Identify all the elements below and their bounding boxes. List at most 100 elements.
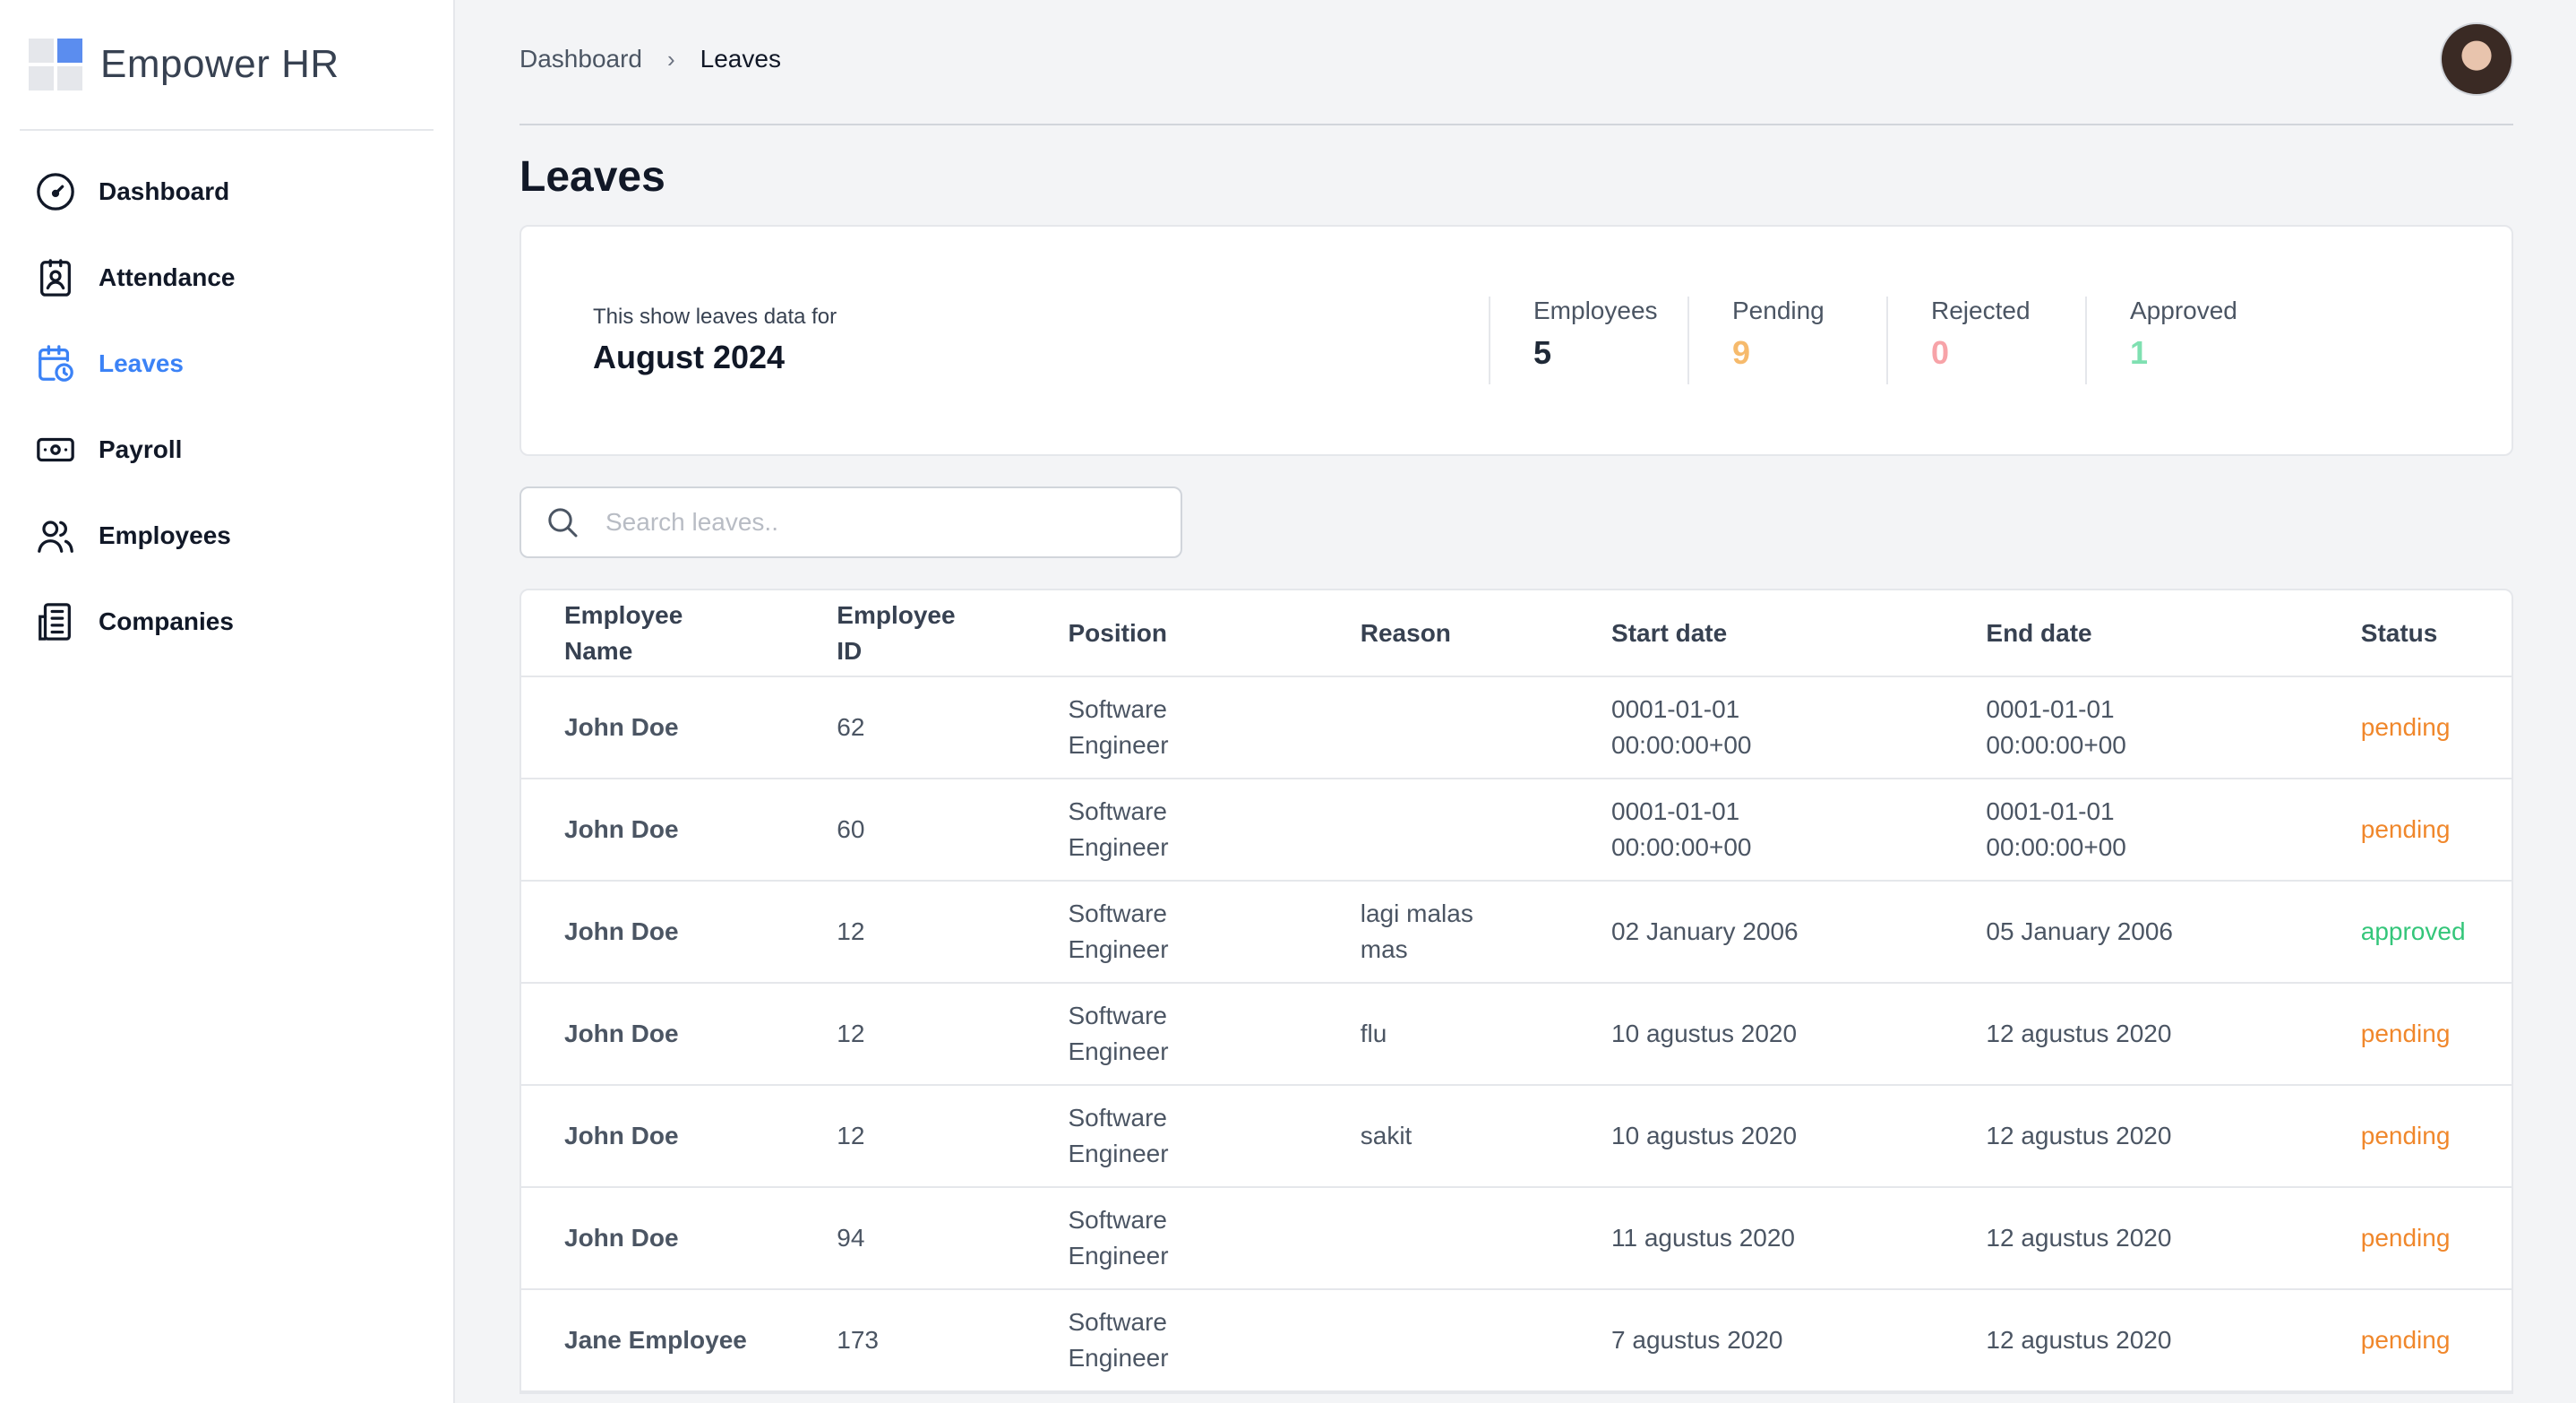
column-header-status[interactable]: Status <box>2317 590 2512 677</box>
topbar: Dashboard › Leaves <box>519 0 2513 125</box>
cell-employee-name: John Doe <box>521 779 794 882</box>
banknote-icon <box>34 428 77 471</box>
sidebar-item-payroll[interactable]: Payroll <box>0 407 453 493</box>
users-icon <box>34 514 77 557</box>
summary-stats: Employees 5 Pending 9 Rejected 0 Approve… <box>1489 297 2284 384</box>
table-row[interactable]: John Doe 12 Software Engineer sakit 10 agust… <box>521 1085 2512 1188</box>
stat-value: 9 <box>1732 334 1751 371</box>
sidebar-item-label: Companies <box>99 607 234 635</box>
id-badge-icon <box>34 256 77 299</box>
cell-end-date: 0001-01-01 00:00:00+00 <box>1943 676 2318 779</box>
sidebar-item-label: Payroll <box>99 435 183 463</box>
table-row[interactable]: John Doe 94 Software Engineer 11 agustus 20… <box>521 1187 2512 1290</box>
search-box[interactable] <box>519 486 1182 558</box>
cell-status: pending <box>2317 1289 2512 1392</box>
stat-pending: Pending 9 <box>1687 297 1886 384</box>
cell-position: Software Engineer <box>1025 881 1318 984</box>
table-row[interactable]: John Doe 62 Software Engineer 0001-01-01 00… <box>521 676 2512 779</box>
sidebar-item-label: Leaves <box>99 349 184 377</box>
cell-start-date: 02 January 2006 <box>1568 881 1944 984</box>
leaves-summary-card: This show leaves data for August 2024 Em… <box>519 225 2513 456</box>
cell-employee-name: John Doe <box>521 1187 794 1290</box>
brand[interactable]: Empower HR <box>20 0 434 131</box>
cell-reason <box>1317 676 1569 779</box>
sidebar-item-attendance[interactable]: Attendance <box>0 235 453 321</box>
cell-position: Software Engineer <box>1025 1085 1318 1188</box>
table-row[interactable]: John Doe 12 Software Engineer lagi malas ma… <box>521 881 2512 984</box>
calendar-clock-icon <box>34 342 77 385</box>
sidebar-item-companies[interactable]: Companies <box>0 579 453 665</box>
cell-end-date: 12 agustus 2020 <box>1943 983 2318 1086</box>
stat-rejected: Rejected 0 <box>1886 297 2085 384</box>
breadcrumb: Dashboard › Leaves <box>519 45 781 73</box>
cell-position: Software Engineer <box>1025 676 1318 779</box>
avatar[interactable] <box>2440 22 2513 96</box>
cell-start-date: 10 agustus 2020 <box>1568 1085 1944 1188</box>
cell-status: pending <box>2317 1085 2512 1188</box>
cell-employee-id: 94 <box>794 1187 1026 1290</box>
cell-start-date: 0001-01-01 00:00:00+00 <box>1568 779 1944 882</box>
cell-status: pending <box>2317 779 2512 882</box>
brand-logo-icon <box>29 39 82 90</box>
cell-position: Software Engineer <box>1025 983 1318 1086</box>
gauge-icon <box>34 170 77 213</box>
cell-end-date: 12 agustus 2020 <box>1943 1187 2318 1290</box>
table-row[interactable]: John Doe 12 Software Engineer flu 10 agustus… <box>521 983 2512 1086</box>
cell-employee-id: 12 <box>794 881 1026 984</box>
cell-end-date: 05 January 2006 <box>1943 881 2318 984</box>
cell-start-date: 7 agustus 2020 <box>1568 1289 1944 1392</box>
cell-reason <box>1317 1187 1569 1290</box>
cell-employee-id: 62 <box>794 676 1026 779</box>
column-header-employee-name[interactable]: Employee Name <box>521 590 794 677</box>
column-header-employee-id[interactable]: Employee ID <box>794 590 1026 677</box>
cell-reason <box>1317 1289 1569 1392</box>
cell-reason: lagi malas mas <box>1317 881 1569 984</box>
sidebar-item-label: Dashboard <box>99 177 230 205</box>
sidebar-item-employees[interactable]: Employees <box>0 493 453 579</box>
cell-position: Software Engineer <box>1025 1187 1318 1290</box>
table-row[interactable]: John Doe 60 Software Engineer 0001-01-01 00… <box>521 779 2512 882</box>
summary-subtitle: This show leaves data for <box>593 305 837 329</box>
cell-position: Software Engineer <box>1025 1289 1318 1392</box>
sidebar-item-leaves[interactable]: Leaves <box>0 321 453 407</box>
search-input[interactable] <box>605 508 1143 537</box>
cell-reason: flu <box>1317 983 1569 1086</box>
table-row[interactable]: Jane Employee 173 Software Engineer 7 agust… <box>521 1289 2512 1392</box>
search-icon <box>548 508 578 538</box>
column-header-position[interactable]: Position <box>1025 590 1318 677</box>
cell-status: approved <box>2317 881 2512 984</box>
sidebar-item-label: Attendance <box>99 263 236 291</box>
cell-start-date: 0001-01-01 00:00:00+00 <box>1568 676 1944 779</box>
column-header-reason[interactable]: Reason <box>1317 590 1569 677</box>
cell-reason <box>1317 779 1569 882</box>
stat-value: 5 <box>1533 334 1552 371</box>
stat-label: Employees <box>1533 297 1658 324</box>
column-header-end-date[interactable]: End date <box>1943 590 2318 677</box>
stat-label: Rejected <box>1931 297 2031 324</box>
cell-employee-name: John Doe <box>521 676 794 779</box>
cell-start-date: 11 agustus 2020 <box>1568 1187 1944 1290</box>
chevron-right-icon: › <box>666 45 675 73</box>
sidebar: Empower HR Dashboard Attendance Leaves P… <box>0 0 455 1403</box>
stat-value: 1 <box>2130 334 2149 371</box>
column-header-start-date[interactable]: Start date <box>1568 590 1944 677</box>
brand-name: Empower HR <box>100 42 339 86</box>
cell-status: pending <box>2317 1187 2512 1290</box>
breadcrumb-current: Leaves <box>700 45 781 73</box>
sidebar-item-dashboard[interactable]: Dashboard <box>0 149 453 235</box>
cell-end-date: 0001-01-01 00:00:00+00 <box>1943 779 2318 882</box>
table-header-row: Employee Name Employee ID Position Reaso… <box>521 590 2512 677</box>
cell-start-date: 10 agustus 2020 <box>1568 983 1944 1086</box>
cell-employee-name: John Doe <box>521 1085 794 1188</box>
cell-employee-name: Jane Employee <box>521 1289 794 1392</box>
cell-employee-id: 12 <box>794 1085 1026 1188</box>
building-icon <box>34 600 77 643</box>
sidebar-item-label: Employees <box>99 521 231 549</box>
cell-position: Software Engineer <box>1025 779 1318 882</box>
cell-employee-name: John Doe <box>521 983 794 1086</box>
cell-end-date: 12 agustus 2020 <box>1943 1289 2318 1392</box>
breadcrumb-link-dashboard[interactable]: Dashboard <box>519 45 642 73</box>
stat-value: 0 <box>1931 334 1950 371</box>
page-title: Leaves <box>519 153 665 201</box>
stat-label: Approved <box>2130 297 2237 324</box>
